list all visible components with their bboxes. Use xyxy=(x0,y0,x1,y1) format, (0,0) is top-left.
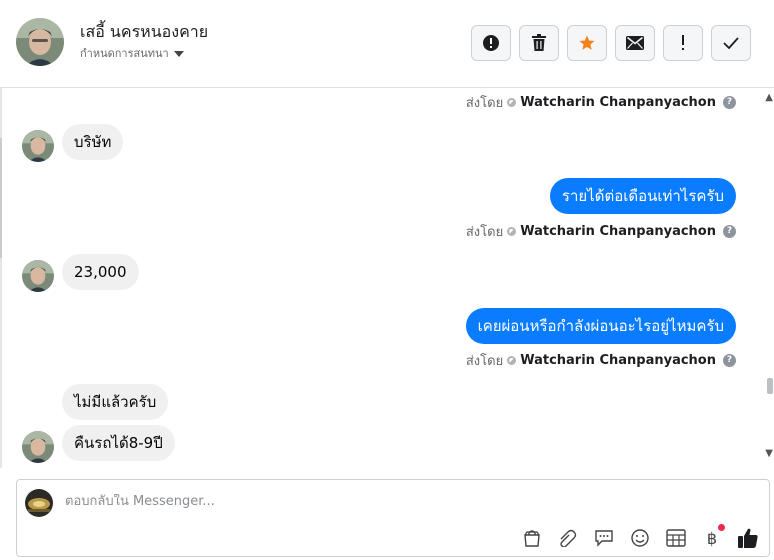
page-avatar xyxy=(25,489,53,517)
header-toolbar xyxy=(471,25,751,61)
reply-composer: ฿ xyxy=(16,479,770,557)
incoming-message[interactable]: 23,000 xyxy=(62,254,139,290)
checkmark-icon xyxy=(723,37,739,49)
conversation-settings-label: กำหนดการสนทนา xyxy=(80,47,169,60)
exclamation-circle-icon xyxy=(483,35,499,51)
sender-name: Watcharin Chanpanyachon xyxy=(520,224,716,239)
chat-bubble-icon xyxy=(595,530,613,547)
incoming-message[interactable]: คืนรถได้8-9ปี xyxy=(62,425,175,461)
help-icon[interactable]: ? xyxy=(723,96,736,109)
exclamation-icon xyxy=(682,35,684,50)
business-suite-icon xyxy=(507,98,517,107)
sent-by-prefix: ส่งโดย xyxy=(465,96,504,111)
table-button[interactable] xyxy=(663,526,689,550)
outgoing-message[interactable]: เคยผ่อนหรือกำลังผ่อนอะไรอยู่ไหมครับ xyxy=(465,308,736,344)
notification-dot xyxy=(718,524,725,531)
sent-by-line: ส่งโดย Watcharin Chanpanyachon ? xyxy=(466,221,736,242)
baht-icon: ฿ xyxy=(706,528,718,548)
star-button[interactable] xyxy=(567,25,607,61)
star-icon xyxy=(579,35,595,50)
message-avatar[interactable] xyxy=(22,130,54,162)
mark-done-button[interactable] xyxy=(711,25,751,61)
report-button[interactable] xyxy=(471,25,511,61)
important-button[interactable] xyxy=(663,25,703,61)
paperclip-icon xyxy=(560,529,577,547)
business-suite-icon xyxy=(507,356,517,365)
trash-icon xyxy=(532,34,546,51)
sent-by-prefix: ส่งโดย xyxy=(465,354,504,369)
composer-toolbar: ฿ xyxy=(519,524,761,550)
mail-button[interactable] xyxy=(615,25,655,61)
help-icon[interactable]: ? xyxy=(723,354,736,367)
sent-by-line: ส่งโดย Watcharin Chanpanyachon ? xyxy=(466,92,736,113)
emoji-icon xyxy=(631,529,649,547)
emoji-button[interactable] xyxy=(627,526,653,550)
help-icon[interactable]: ? xyxy=(723,225,736,238)
conversation-header: เสอี้ นครหนองคาย กำหนดการสนทนา xyxy=(0,0,774,88)
caret-down-icon xyxy=(173,51,184,57)
contact-avatar[interactable] xyxy=(16,18,64,66)
payment-button[interactable]: ฿ xyxy=(699,524,725,550)
shopping-bag-button[interactable] xyxy=(519,526,545,550)
sender-name: Watcharin Chanpanyachon xyxy=(520,95,716,110)
conversation-settings-dropdown[interactable]: กำหนดการสนทนา xyxy=(80,44,184,62)
like-button[interactable] xyxy=(735,526,761,550)
incoming-message[interactable]: ไม่มีแล้วครับ xyxy=(62,384,169,420)
shopping-bag-icon xyxy=(524,530,540,547)
contact-name[interactable]: เสอี้ นครหนองคาย xyxy=(80,20,208,45)
sent-by-line: ส่งโดย Watcharin Chanpanyachon ? xyxy=(466,350,736,371)
business-suite-icon xyxy=(507,227,517,236)
outgoing-message[interactable]: รายได้ต่อเดือนเท่าไรครับ xyxy=(549,178,736,214)
sender-name: Watcharin Chanpanyachon xyxy=(520,353,716,368)
envelope-icon xyxy=(626,36,644,50)
table-icon xyxy=(666,529,686,547)
message-avatar[interactable] xyxy=(22,431,54,463)
incoming-message[interactable]: บริษัท xyxy=(62,124,124,160)
scroll-up-arrow-icon[interactable]: ▲ xyxy=(765,92,773,103)
thumbs-up-icon xyxy=(738,528,758,548)
scroll-down-arrow-icon[interactable]: ▼ xyxy=(765,448,773,459)
message-avatar[interactable] xyxy=(22,260,54,292)
message-thread[interactable]: ▲ ▼ ส่งโดย Watcharin Chanpanyachon ? บริ… xyxy=(0,88,774,468)
sent-by-prefix: ส่งโดย xyxy=(465,225,504,240)
left-divider-highlight xyxy=(0,138,2,258)
saved-replies-button[interactable] xyxy=(591,526,617,550)
delete-button[interactable] xyxy=(519,25,559,61)
reply-input[interactable] xyxy=(65,494,665,509)
attach-button[interactable] xyxy=(555,526,581,550)
scrollbar-thumb[interactable] xyxy=(767,378,773,394)
